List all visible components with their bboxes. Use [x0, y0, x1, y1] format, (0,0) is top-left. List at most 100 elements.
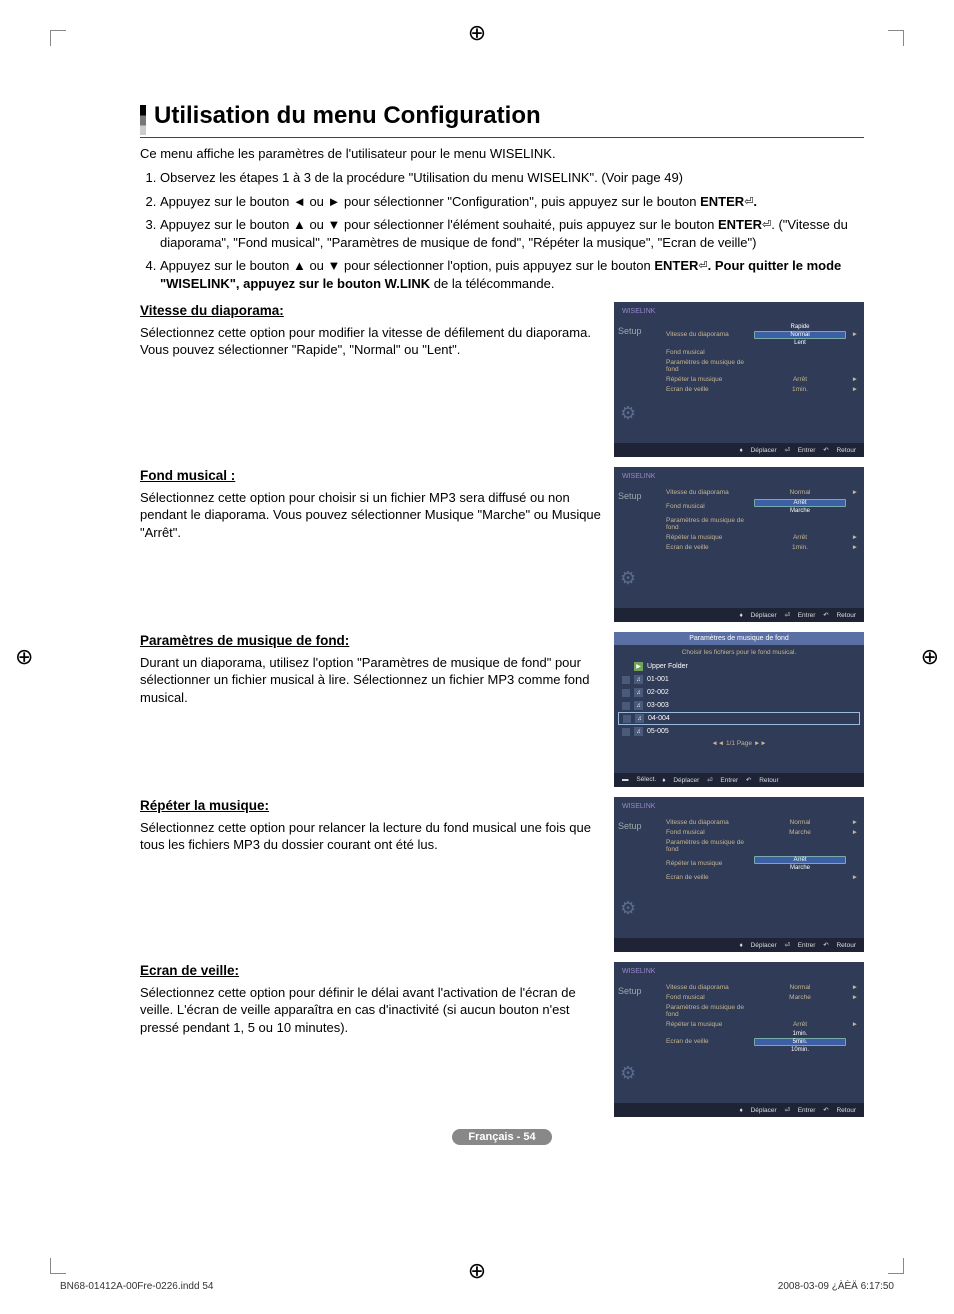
row-value: Marche — [754, 829, 846, 836]
row-value: 1min. — [754, 386, 846, 393]
enter-label: ENTER — [654, 258, 698, 273]
step-text: Observez les étapes 1 à 3 de la procédur… — [160, 170, 683, 185]
checkbox-icon — [622, 676, 630, 684]
tv-row-speed: Vitesse du diaporamaNormal► — [666, 982, 858, 992]
tv-sidebar: Setup ⚙ — [614, 487, 668, 595]
section-text: Vitesse du diaporama: Sélectionnez cette… — [140, 302, 602, 358]
content-area: Utilisation du menu Configuration Ce men… — [140, 100, 864, 1145]
document-footer: BN68-01412A-00Fre-0226.indd 54 2008-03-0… — [60, 1281, 894, 1292]
tv-sidebar: Setup ⚙ — [614, 982, 668, 1090]
option-selected: 5min. — [754, 1038, 846, 1046]
option-stack: Arrêt Marche — [754, 499, 846, 514]
tv-row-bg: Fond musicalMarche► — [666, 827, 858, 837]
row-label: Ecran de veille — [666, 386, 754, 393]
arrow-icon: ► — [846, 489, 858, 496]
row-label: Ecran de veille — [666, 874, 754, 881]
section-heading: Fond musical : — [140, 467, 602, 485]
crop-mark — [888, 1258, 904, 1274]
arrow-icon: ► — [846, 994, 858, 1001]
section-repeat: Répéter la musique: Sélectionnez cette o… — [140, 797, 864, 952]
footer-return: ↶ Retour — [823, 942, 856, 949]
enter-icon: ⏎ — [762, 218, 771, 233]
row-label: Paramètres de musique de fond — [666, 517, 754, 531]
section-speed: Vitesse du diaporama: Sélectionnez cette… — [140, 302, 864, 457]
music-icon: ♫ — [634, 675, 643, 684]
row-value: Arrêt — [754, 1021, 846, 1028]
tv-row-bgset: Paramètres de musique de fond — [666, 357, 858, 374]
tv-row-bg: Fond musical — [666, 347, 858, 357]
option-stack: Rapide Normal Lent — [754, 324, 846, 346]
row-value: Arrêt — [754, 376, 846, 383]
folder-icon: ▶ — [634, 662, 643, 671]
option-selected: Arrêt — [754, 499, 846, 507]
tv-tab: Setup — [618, 986, 664, 996]
row-label: Ecran de veille — [666, 544, 754, 551]
row-value: Arrêt Marche — [754, 499, 846, 514]
file-row: ♫03-003 — [614, 699, 864, 712]
footer-enter: ⏎ Entrer — [707, 777, 738, 784]
tv-row-bg: Fond musical Arrêt Marche — [666, 497, 858, 515]
step-3: Appuyez sur le bouton ▲ ou ▼ pour sélect… — [160, 216, 864, 251]
arrow-icon: ► — [846, 386, 858, 393]
tv-footer: ♦ Déplacer ⏎ Entrer ↶ Retour — [614, 938, 864, 952]
row-label: Fond musical — [666, 503, 754, 510]
arrow-icon: ► — [846, 819, 858, 826]
tv-row-saver: Ecran de veille ► — [666, 872, 858, 882]
crop-mark — [888, 30, 904, 46]
doc-id: BN68-01412A-00Fre-0226.indd 54 — [60, 1281, 213, 1292]
checkbox-icon — [622, 689, 630, 697]
tv-brand: WISELINK — [614, 302, 864, 317]
section-body: Durant un diaporama, utilisez l'option "… — [140, 654, 602, 707]
tv-row-bgset: Paramètres de musique de fond — [666, 515, 858, 532]
step-1: Observez les étapes 1 à 3 de la procédur… — [160, 169, 864, 187]
arrow-icon: ► — [846, 544, 858, 551]
tv-screenshot-repeat: WISELINK Setup ⚙ Vitesse du diaporamaNor… — [614, 797, 864, 952]
arrow-icon: ► — [846, 534, 858, 541]
footer-enter: ⏎ Entrer — [784, 942, 815, 949]
option: Marche — [754, 865, 846, 871]
file-row-upper: ▶Upper Folder — [614, 660, 864, 673]
footer-enter: ⏎ Entrer — [784, 612, 815, 619]
arrow-icon: ► — [846, 1021, 858, 1028]
step-2: Appuyez sur le bouton ◄ ou ► pour sélect… — [160, 193, 864, 211]
tv-row-speed: Vitesse du diaporamaNormal► — [666, 487, 858, 497]
footer-move: ♦ Déplacer — [739, 1107, 776, 1114]
tv-row-speed: Vitesse du diaporamaNormal► — [666, 817, 858, 827]
registration-mark-top: ⊕ — [468, 20, 486, 46]
tv-row-repeat: Répéter la musiqueArrêt► — [666, 1019, 858, 1029]
option-stack: 1min. 5min. 10min. — [754, 1031, 846, 1053]
row-value: Arrêt Marche — [754, 856, 846, 871]
row-label: Répéter la musique — [666, 376, 754, 383]
registration-mark-right: ⊕ — [921, 644, 939, 670]
gear-icon: ⚙ — [620, 403, 636, 424]
gear-icon: ⚙ — [620, 568, 636, 589]
gear-icon: ⚙ — [620, 898, 636, 919]
row-value: Arrêt — [754, 534, 846, 541]
option: Marche — [754, 508, 846, 514]
row-value: Marche — [754, 994, 846, 1001]
music-icon: ♫ — [634, 688, 643, 697]
row-value: Normal — [754, 984, 846, 991]
tv-main: Vitesse du diaporama Rapide Normal Lent … — [666, 322, 858, 394]
files-title: Paramètres de musique de fond — [614, 632, 864, 645]
page: ⊕ ⊕ ⊕ ⊕ Utilisation du menu Configuratio… — [0, 0, 954, 1314]
tv-screenshot-saver: WISELINK Setup ⚙ Vitesse du diaporamaNor… — [614, 962, 864, 1117]
arrow-icon: ► — [846, 376, 858, 383]
row-value: 1min. 5min. 10min. — [754, 1031, 846, 1053]
file-row: ♫02-002 — [614, 686, 864, 699]
row-label: Fond musical — [666, 349, 754, 356]
row-label: Paramètres de musique de fond — [666, 839, 754, 853]
tv-main: Vitesse du diaporamaNormal► Fond musical… — [666, 817, 858, 882]
tv-footer: ▬ Sélect. ♦ Déplacer ⏎ Entrer ↶ Retour — [614, 773, 864, 787]
wlink-label: W.LINK — [385, 276, 431, 291]
row-label: Répéter la musique — [666, 534, 754, 541]
row-label: Ecran de veille — [666, 1038, 754, 1045]
row-value: Rapide Normal Lent — [754, 324, 846, 346]
footer-select: ▬ Sélect. — [622, 776, 656, 783]
section-bgmusic: Fond musical : Sélectionnez cette option… — [140, 467, 864, 622]
row-label: Vitesse du diaporama — [666, 984, 754, 991]
files-subtitle: Choisir les fichiers pour le fond musica… — [614, 645, 864, 660]
tv-footer: ♦ Déplacer ⏎ Entrer ↶ Retour — [614, 608, 864, 622]
arrow-icon: ► — [846, 874, 858, 881]
page-number-badge: Français - 54 — [452, 1129, 551, 1145]
